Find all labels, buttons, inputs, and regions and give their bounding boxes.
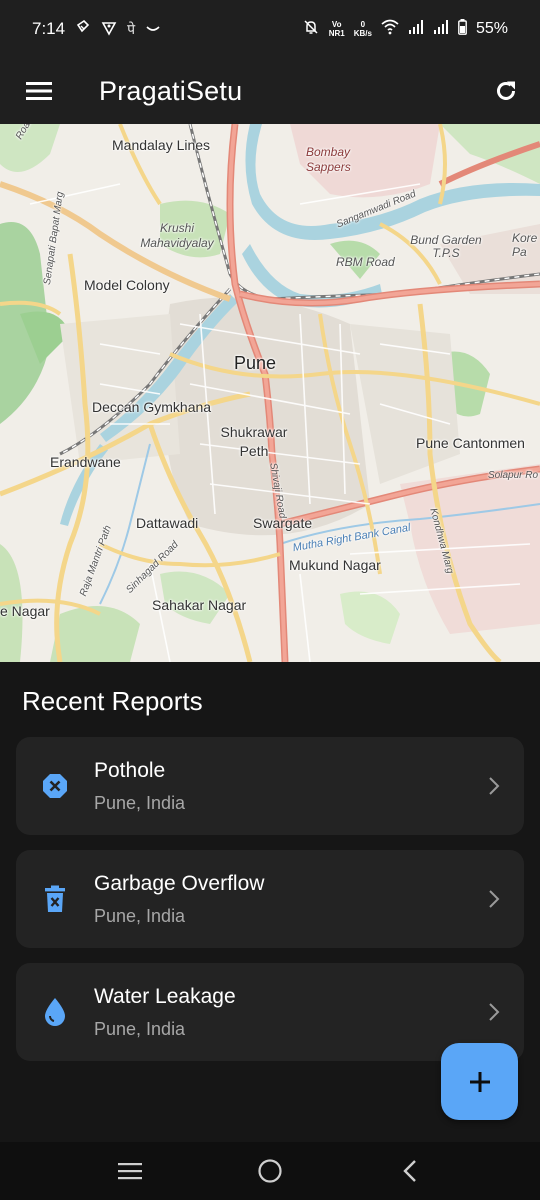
map-label-kore: Kore Pa <box>512 231 538 259</box>
add-report-fab[interactable] <box>441 1043 518 1120</box>
map-view[interactable]: Mandalay Lines Bombay Sappers Krushi Mah… <box>0 124 540 662</box>
add-icon <box>469 1071 490 1092</box>
back-icon <box>403 1160 416 1182</box>
home-button[interactable] <box>240 1146 300 1196</box>
water-drop-icon <box>16 997 94 1027</box>
report-text: Garbage Overflow Pune, India <box>94 872 264 927</box>
volte-indicator: Vo NR1 <box>329 20 345 38</box>
battery-percent: 55% <box>475 20 508 37</box>
signal-icon-2 <box>433 19 449 39</box>
chevron-right-icon <box>464 889 524 909</box>
report-location: Pune, India <box>94 792 186 813</box>
map-label-sahakar: Sahakar Nagar <box>152 597 247 613</box>
chevron-right-icon <box>464 1002 524 1022</box>
data-speed: 0 KB/s <box>354 20 372 38</box>
smile-icon <box>145 21 161 37</box>
report-title: Water Leakage <box>94 984 236 1008</box>
status-right: Vo NR1 0 KB/s 55% <box>302 18 508 41</box>
vpn-shield-icon <box>101 20 117 39</box>
map-label-pune-cantonment: Pune Cantonmen <box>416 435 525 451</box>
report-text: Pothole Pune, India <box>94 759 185 814</box>
map-label-pune: Pune <box>234 353 277 373</box>
map-label-dattawadi: Dattawadi <box>136 515 199 531</box>
volte-bottom: NR1 <box>328 29 345 38</box>
trash-icon <box>16 885 94 913</box>
mute-bell-icon <box>302 18 320 41</box>
recents-icon <box>118 1163 142 1180</box>
map-label-bombay: Bombay Sappers <box>306 145 366 175</box>
volte-top: Vo <box>331 20 342 29</box>
signal-icon-1 <box>408 19 424 39</box>
chevron-right-icon <box>464 776 524 796</box>
map-label-bund-garden: Bund Garden T.P.S <box>410 233 482 260</box>
refresh-icon <box>497 81 515 100</box>
system-nav-bar <box>0 1142 540 1200</box>
data-speed-unit: KB/s <box>353 29 372 38</box>
map-label-rbm-road: RBM Road <box>336 255 395 269</box>
battery-icon <box>458 18 467 40</box>
hamburger-icon <box>26 82 52 100</box>
map-label-erandwane: Erandwane <box>50 454 121 470</box>
status-bar: 7:14 पे Vo NR1 0 KB/s 55% <box>0 0 540 58</box>
status-time: 7:14 <box>32 19 66 38</box>
cancel-circle-icon <box>16 772 94 800</box>
recent-reports-title: Recent Reports <box>22 686 203 716</box>
report-card-pothole[interactable]: Pothole Pune, India <box>16 737 524 835</box>
map-label-krushi: Krushi Mahavidyalay <box>140 221 214 250</box>
map-label-e-nagar: e Nagar <box>0 603 50 619</box>
map-label-deccan: Deccan Gymkhana <box>92 399 212 415</box>
back-button[interactable] <box>380 1146 440 1196</box>
map-label-model-colony: Model Colony <box>84 277 170 293</box>
status-left: 7:14 पे <box>32 19 161 39</box>
report-title: Pothole <box>94 758 166 782</box>
menu-button[interactable] <box>0 58 78 124</box>
report-title: Garbage Overflow <box>94 871 265 895</box>
screen: 7:14 पे Vo NR1 0 KB/s 55% PragatiSetu Ma… <box>0 0 540 1200</box>
map-label-bombay-text: Bombay Sappers <box>306 145 351 174</box>
report-card-garbage[interactable]: Garbage Overflow Pune, India <box>16 850 524 948</box>
report-location: Pune, India <box>94 1018 186 1039</box>
ticket-icon <box>75 19 91 39</box>
home-icon <box>258 1159 282 1183</box>
app-title: PragatiSetu <box>99 75 243 106</box>
app-bar: PragatiSetu <box>0 58 540 124</box>
map-label-solapur: Solapur Ro <box>488 470 539 481</box>
map-canvas <box>0 124 540 662</box>
data-speed-value: 0 <box>360 20 366 29</box>
refresh-button[interactable] <box>472 58 540 124</box>
map-label-shukrawar: Shukrawar Peth <box>220 424 288 459</box>
report-location: Pune, India <box>94 905 186 926</box>
report-text: Water Leakage Pune, India <box>94 985 236 1040</box>
recents-button[interactable] <box>100 1146 160 1196</box>
map-label-mandalay: Mandalay Lines <box>112 137 211 153</box>
map-label-mukund: Mukund Nagar <box>289 557 381 573</box>
payment-app-icon: पे <box>127 20 136 37</box>
wifi-icon <box>381 19 399 40</box>
